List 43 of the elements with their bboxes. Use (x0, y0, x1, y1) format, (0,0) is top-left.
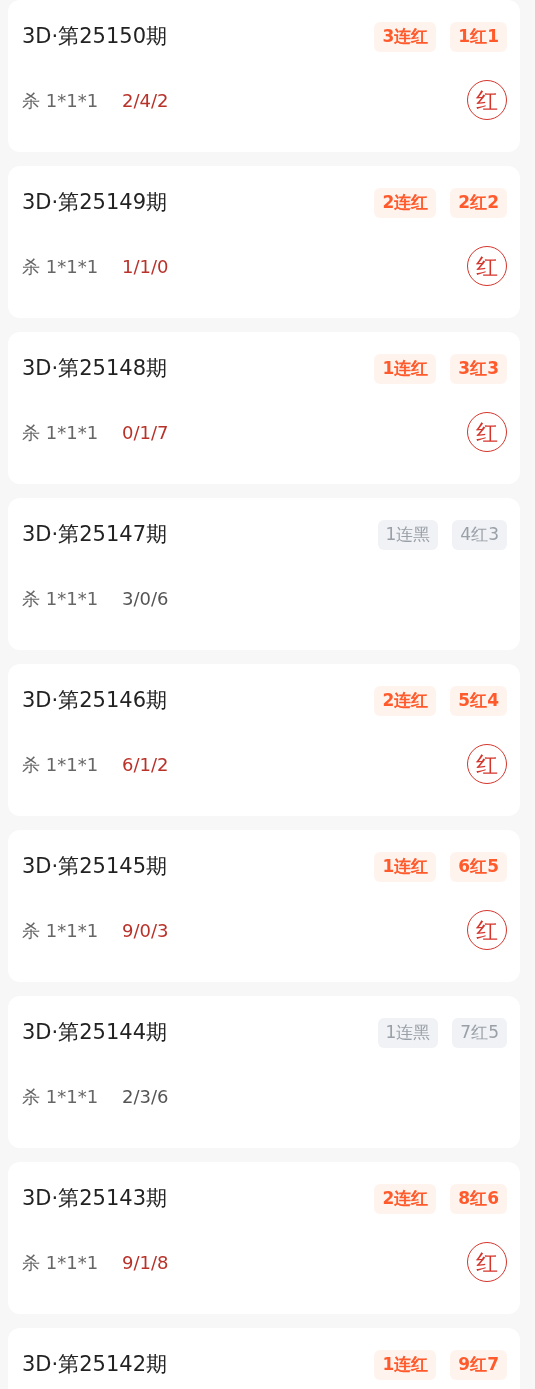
kill-numbers: 9/0/3 (122, 918, 169, 943)
kill-label: 杀 1*1*1 (22, 918, 99, 943)
kill-label: 杀 1*1*1 (22, 1250, 99, 1275)
kill-label: 杀 1*1*1 (22, 420, 99, 445)
count-badge: 4红3 (452, 520, 507, 550)
kill-label: 杀 1*1*1 (22, 88, 99, 113)
streak-badge: 1连黑 (377, 1018, 439, 1048)
kill-numbers: 0/1/7 (122, 420, 169, 445)
period-title: 3D·第25147期 (22, 521, 167, 549)
period-title: 3D·第25146期 (22, 687, 167, 715)
kill-numbers: 6/1/2 (122, 752, 169, 777)
kill-label: 杀 1*1*1 (22, 254, 99, 279)
streak-badge: 1连红 (374, 1350, 437, 1380)
kill-numbers: 3/0/6 (122, 586, 169, 611)
period-title: 3D·第25143期 (22, 1185, 167, 1213)
streak-badge: 3连红 (374, 22, 437, 52)
count-badge: 8红6 (450, 1184, 507, 1214)
period-title: 3D·第25150期 (22, 23, 167, 51)
period-title: 3D·第25148期 (22, 355, 167, 383)
kill-label: 杀 1*1*1 (22, 1084, 99, 1109)
count-badge: 1红1 (450, 22, 507, 52)
period-title: 3D·第25149期 (22, 189, 167, 217)
kill-label: 杀 1*1*1 (22, 752, 99, 777)
streak-badge: 2连红 (374, 686, 437, 716)
kill-label: 杀 1*1*1 (22, 586, 99, 611)
count-badge: 9红7 (450, 1350, 507, 1380)
count-badge: 3红3 (450, 354, 507, 384)
streak-badge: 1连红 (374, 354, 437, 384)
count-badge: 5红4 (450, 686, 507, 716)
period-title: 3D·第25145期 (22, 853, 167, 881)
count-badge: 7红5 (452, 1018, 507, 1048)
kill-numbers: 2/3/6 (122, 1084, 169, 1109)
streak-badge: 2连红 (374, 1184, 437, 1214)
period-title: 3D·第25142期 (22, 1351, 167, 1379)
kill-numbers: 2/4/2 (122, 88, 169, 113)
streak-badge: 1连红 (374, 852, 437, 882)
kill-numbers: 1/1/0 (122, 254, 169, 279)
streak-badge: 2连红 (374, 188, 437, 218)
count-badge: 2红2 (450, 188, 507, 218)
kill-numbers: 9/1/8 (122, 1250, 169, 1275)
period-title: 3D·第25144期 (22, 1019, 167, 1047)
count-badge: 6红5 (450, 852, 507, 882)
streak-badge: 1连黑 (377, 520, 439, 550)
